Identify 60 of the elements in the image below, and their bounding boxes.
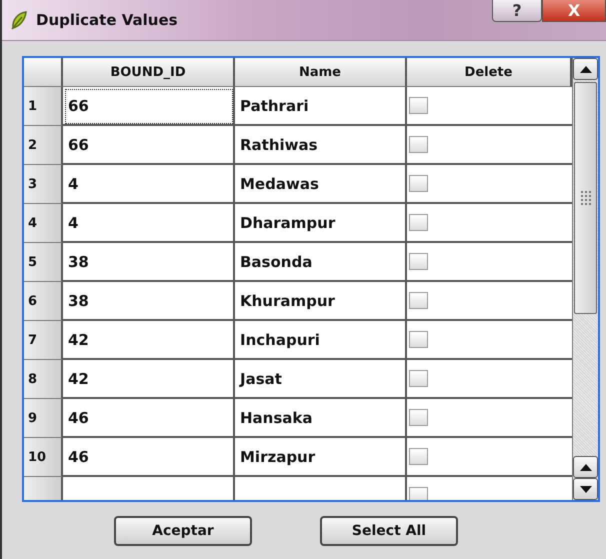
leaf-logo-icon xyxy=(10,10,28,30)
table-cell[interactable]: Pathrari xyxy=(235,87,407,126)
table-cell[interactable]: Dharampur xyxy=(235,204,407,243)
scroll-down-button[interactable] xyxy=(573,478,598,500)
table-cell[interactable]: 42 xyxy=(63,360,235,399)
delete-checkbox[interactable] xyxy=(409,448,428,465)
delete-checkbox[interactable] xyxy=(409,370,428,387)
accept-button[interactable]: Aceptar xyxy=(114,516,252,546)
grip-icon xyxy=(580,191,590,205)
close-button[interactable]: X xyxy=(542,0,606,22)
up-arrow-icon xyxy=(580,66,592,72)
select-all-button[interactable]: Select All xyxy=(320,516,458,546)
table-cell[interactable]: 66 xyxy=(63,126,235,165)
corner-header xyxy=(24,58,63,87)
row-header[interactable]: 10 xyxy=(24,438,63,477)
table-cell[interactable]: 38 xyxy=(63,282,235,321)
row-header[interactable]: 1 xyxy=(24,87,63,126)
table-cell[interactable]: 4 xyxy=(63,204,235,243)
delete-checkbox[interactable] xyxy=(409,214,428,231)
table-cell[interactable]: 38 xyxy=(63,243,235,282)
table-cell[interactable]: 46 xyxy=(63,399,235,438)
table-cell[interactable]: Mirzapur xyxy=(235,438,407,477)
table-cell[interactable]: Rathiwas xyxy=(235,126,407,165)
row-header[interactable]: 5 xyxy=(24,243,63,282)
scroll-up-button[interactable] xyxy=(573,58,598,80)
down-arrow-icon xyxy=(580,486,592,492)
scroll-up-button[interactable] xyxy=(573,456,598,478)
delete-checkbox[interactable] xyxy=(409,253,428,270)
table-cell[interactable]: 42 xyxy=(63,321,235,360)
scroll-thumb[interactable] xyxy=(574,82,597,314)
up-arrow-icon xyxy=(580,464,592,470)
table-cell[interactable]: 66 xyxy=(63,87,235,126)
table-cell[interactable]: Inchapuri xyxy=(235,321,407,360)
table-cell[interactable]: Jasat xyxy=(235,360,407,399)
delete-checkbox[interactable] xyxy=(409,136,428,153)
column-header[interactable]: Name xyxy=(235,58,407,87)
table-cell[interactable]: Hansaka xyxy=(235,399,407,438)
row-header[interactable]: 6 xyxy=(24,282,63,321)
row-header[interactable]: 9 xyxy=(24,399,63,438)
column-header[interactable]: Delete xyxy=(407,58,572,87)
help-button[interactable]: ? xyxy=(492,0,542,22)
row-header[interactable]: 3 xyxy=(24,165,63,204)
table-cell[interactable]: Basonda xyxy=(235,243,407,282)
table-cell[interactable]: 4 xyxy=(63,165,235,204)
table-cell[interactable]: Khurampur xyxy=(235,282,407,321)
column-header[interactable]: BOUND_ID xyxy=(63,58,235,87)
row-header[interactable]: 2 xyxy=(24,126,63,165)
delete-checkbox[interactable] xyxy=(409,175,428,192)
delete-checkbox[interactable] xyxy=(409,97,428,114)
table-cell[interactable]: Medawas xyxy=(235,165,407,204)
delete-checkbox[interactable] xyxy=(409,292,428,309)
window-title: Duplicate Values xyxy=(36,11,178,29)
vertical-scrollbar[interactable] xyxy=(572,58,598,500)
delete-checkbox[interactable] xyxy=(409,331,428,348)
table-cell[interactable]: 46 xyxy=(63,438,235,477)
delete-checkbox[interactable] xyxy=(409,409,428,426)
row-header[interactable]: 7 xyxy=(24,321,63,360)
delete-checkbox[interactable] xyxy=(409,487,428,500)
row-header[interactable]: 8 xyxy=(24,360,63,399)
row-header[interactable]: 4 xyxy=(24,204,63,243)
